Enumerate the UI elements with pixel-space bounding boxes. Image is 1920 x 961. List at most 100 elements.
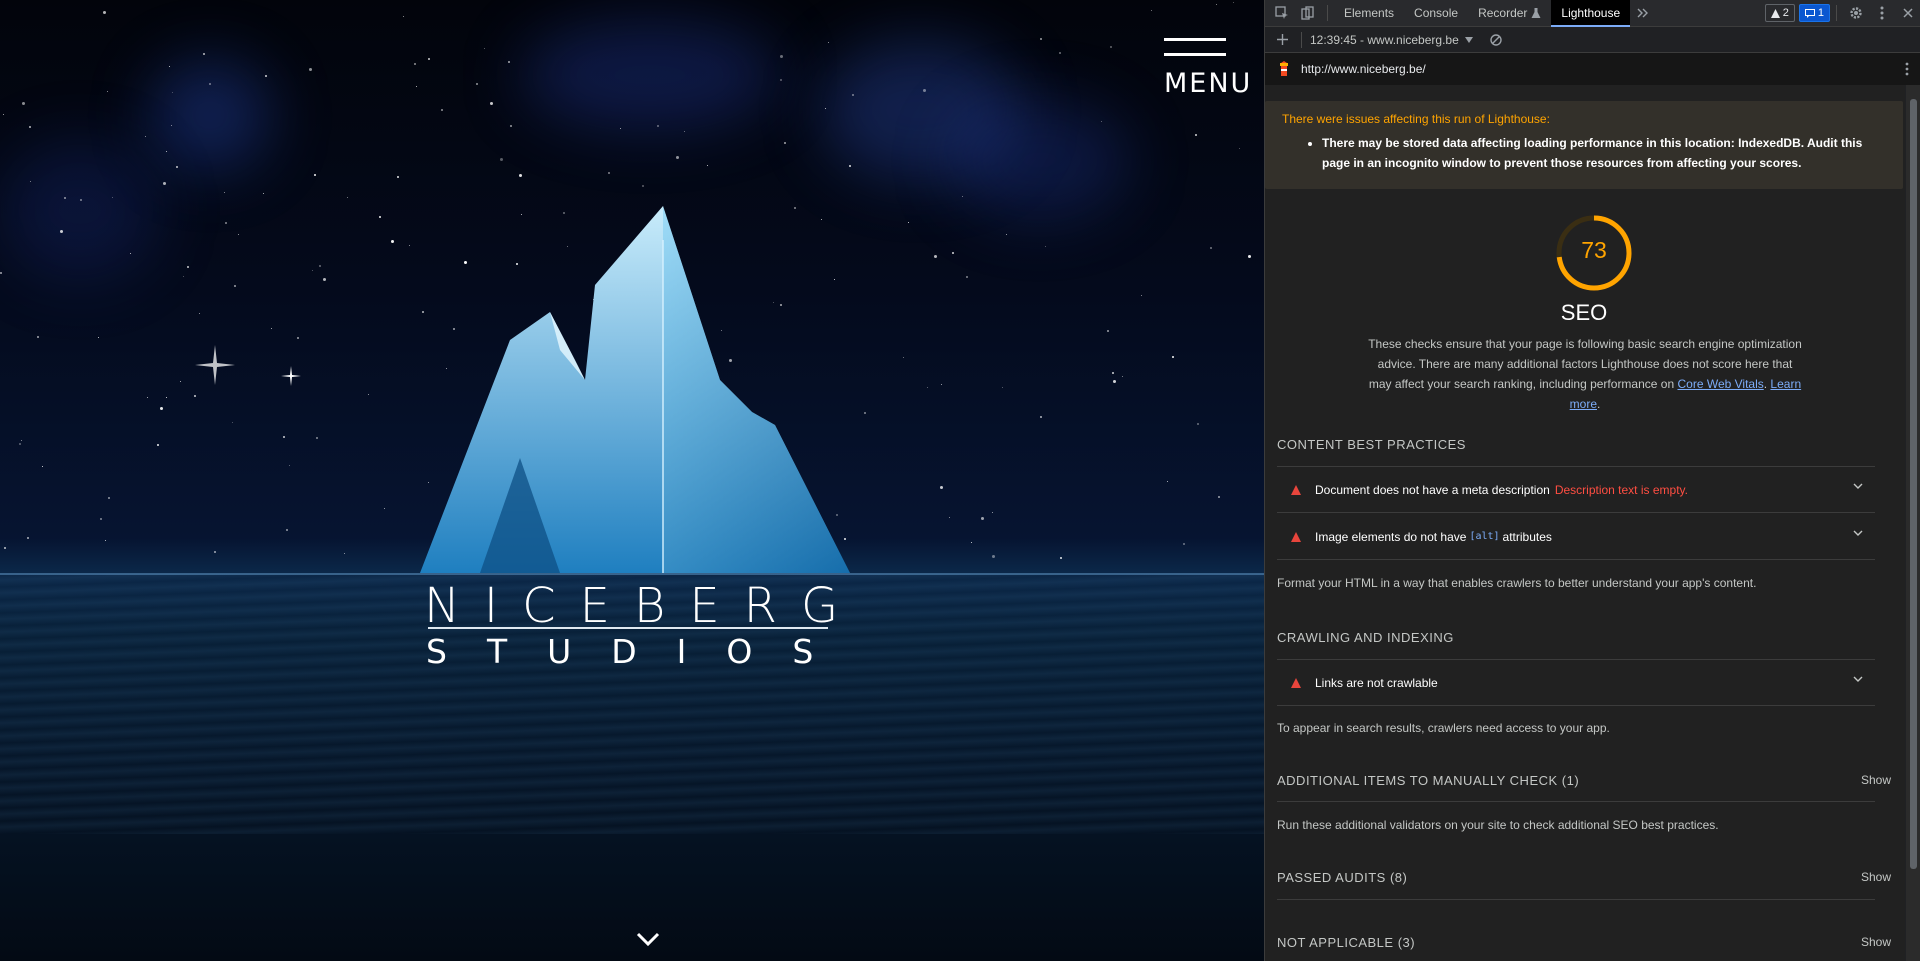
chevron-down-icon[interactable] bbox=[635, 929, 661, 949]
star bbox=[684, 131, 685, 132]
star bbox=[283, 436, 285, 438]
close-icon[interactable] bbox=[1895, 0, 1920, 26]
clear-icon[interactable] bbox=[1483, 27, 1509, 53]
star bbox=[1113, 380, 1116, 383]
audit-image-alt[interactable]: Image elements do not have [alt] attribu… bbox=[1277, 514, 1875, 560]
star bbox=[3, 114, 4, 115]
star bbox=[1141, 295, 1142, 296]
star bbox=[234, 285, 236, 287]
group-title-na: NOT APPLICABLE (3) bbox=[1277, 935, 1416, 950]
star bbox=[908, 222, 909, 223]
star bbox=[992, 555, 995, 558]
tab-recorder[interactable]: Recorder bbox=[1468, 0, 1551, 27]
star bbox=[147, 397, 148, 398]
star bbox=[952, 252, 954, 254]
star bbox=[923, 89, 926, 92]
scrollbar-thumb[interactable] bbox=[1910, 99, 1917, 869]
star bbox=[107, 91, 108, 92]
audit-title: Document does not have a meta descriptio… bbox=[1315, 482, 1550, 497]
lighthouse-toolbar: 12:39:45 - www.niceberg.be bbox=[1265, 27, 1920, 53]
tab-lighthouse[interactable]: Lighthouse bbox=[1551, 0, 1631, 27]
star bbox=[707, 165, 708, 166]
report-menu-icon[interactable] bbox=[1905, 62, 1909, 76]
audit-crawlable-links[interactable]: Links are not crawlable bbox=[1277, 660, 1875, 706]
group-divider bbox=[1277, 899, 1875, 900]
star bbox=[409, 245, 410, 246]
more-tabs-icon[interactable] bbox=[1630, 0, 1656, 26]
report-scrollbar[interactable] bbox=[1906, 85, 1920, 961]
star bbox=[1151, 10, 1152, 11]
group-title-passed: PASSED AUDITS (8) bbox=[1277, 870, 1408, 885]
star bbox=[225, 222, 227, 224]
flask-icon bbox=[1531, 7, 1541, 18]
fail-icon bbox=[1291, 677, 1301, 688]
show-na-button[interactable]: Show bbox=[1861, 935, 1891, 949]
star bbox=[166, 151, 167, 152]
show-passed-button[interactable]: Show bbox=[1861, 870, 1891, 884]
star bbox=[971, 542, 972, 543]
issues-badge[interactable]: 1 bbox=[1798, 4, 1830, 22]
star bbox=[414, 63, 416, 65]
nebula-glow bbox=[520, 20, 780, 130]
audit-display-value: Description text is empty. bbox=[1554, 482, 1688, 497]
star bbox=[784, 142, 786, 144]
issues-count: 1 bbox=[1817, 7, 1824, 19]
show-manual-button[interactable]: Show bbox=[1861, 773, 1891, 787]
star bbox=[289, 465, 290, 466]
star bbox=[1218, 496, 1220, 498]
sparkle-icon bbox=[195, 345, 235, 385]
star bbox=[224, 192, 225, 193]
run-warnings-list: There may be stored data affecting loadi… bbox=[1282, 133, 1886, 173]
star bbox=[344, 553, 345, 554]
audit-title-post: attributes bbox=[1502, 529, 1552, 544]
new-report-icon[interactable] bbox=[1269, 27, 1295, 53]
star bbox=[1112, 372, 1114, 374]
star bbox=[166, 397, 167, 398]
devtools-panel: Elements Console Recorder Lighthouse 2 1 bbox=[1264, 0, 1920, 961]
toolbar-divider bbox=[1327, 5, 1328, 21]
star bbox=[828, 42, 829, 43]
star bbox=[934, 255, 937, 258]
star bbox=[510, 125, 512, 127]
star bbox=[1045, 246, 1046, 247]
star bbox=[103, 11, 106, 14]
device-toolbar-icon[interactable] bbox=[1295, 0, 1321, 26]
star bbox=[42, 466, 43, 467]
group-title-crawl: CRAWLING AND INDEXING bbox=[1277, 630, 1454, 645]
star bbox=[1195, 134, 1197, 136]
website-viewport: NICEBERG STUDIOS MENU bbox=[0, 0, 1264, 961]
audit-title: Links are not crawlable bbox=[1315, 675, 1438, 690]
star bbox=[27, 537, 29, 539]
star bbox=[620, 128, 621, 129]
star bbox=[176, 166, 178, 168]
star bbox=[500, 158, 503, 161]
warnings-badge[interactable]: 2 bbox=[1764, 4, 1795, 22]
inspect-element-icon[interactable] bbox=[1269, 0, 1295, 26]
report-selector[interactable]: 12:39:45 - www.niceberg.be bbox=[1310, 33, 1473, 47]
caret-down-icon bbox=[1464, 36, 1473, 43]
sparkle-icon bbox=[281, 366, 301, 386]
run-warnings: There were issues affecting this run of … bbox=[1265, 101, 1903, 189]
fail-icon bbox=[1291, 484, 1301, 495]
star bbox=[4, 547, 6, 549]
star bbox=[1060, 557, 1062, 559]
menu-button[interactable]: MENU bbox=[1162, 38, 1250, 99]
star bbox=[271, 328, 272, 329]
star bbox=[108, 497, 110, 499]
kebab-menu-icon[interactable] bbox=[1869, 0, 1895, 26]
star bbox=[657, 125, 659, 127]
star bbox=[286, 529, 288, 531]
star bbox=[852, 94, 854, 96]
tab-elements[interactable]: Elements bbox=[1334, 0, 1404, 27]
report-url: http://www.niceberg.be/ bbox=[1301, 62, 1426, 76]
star bbox=[1248, 255, 1251, 258]
core-web-vitals-link[interactable]: Core Web Vitals bbox=[1677, 377, 1763, 391]
audit-meta-description[interactable]: Document does not have a meta descriptio… bbox=[1277, 467, 1875, 513]
star bbox=[397, 176, 399, 178]
star bbox=[22, 102, 25, 105]
gear-icon[interactable] bbox=[1843, 0, 1869, 26]
star bbox=[864, 412, 866, 414]
chevron-down-icon bbox=[1853, 676, 1863, 682]
tab-console[interactable]: Console bbox=[1404, 0, 1468, 27]
star bbox=[37, 336, 39, 338]
